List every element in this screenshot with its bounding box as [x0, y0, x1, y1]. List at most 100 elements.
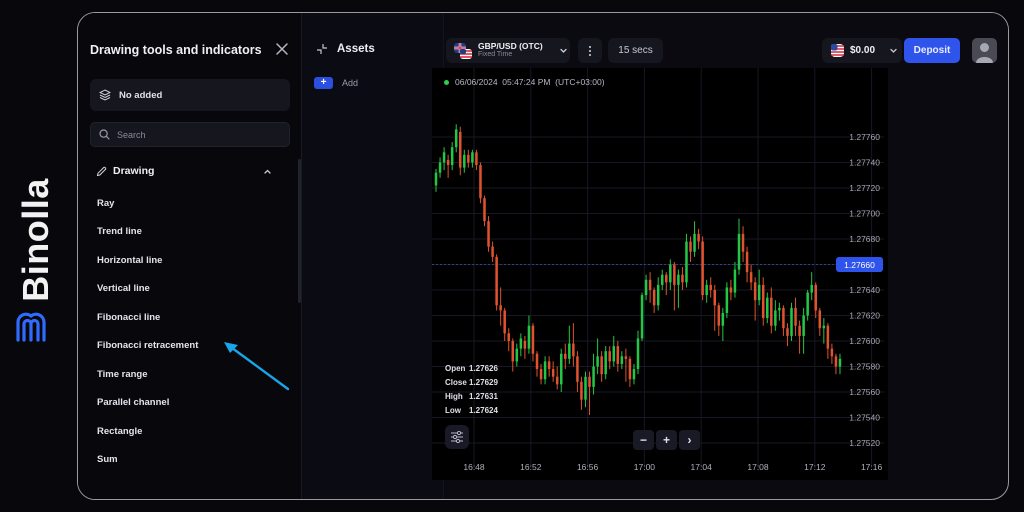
search-input[interactable] [117, 129, 277, 140]
candle-body [446, 159, 450, 166]
candle-body [612, 346, 616, 362]
add-asset-button[interactable]: + [314, 77, 333, 89]
candle-body [487, 221, 490, 247]
assets-header: Assets [316, 43, 375, 55]
candle-body [737, 233, 741, 270]
brand: Binolla [10, 160, 64, 350]
asset-pair-selector[interactable]: GBP/USD (OTC) Fixed Time [446, 38, 570, 63]
candle-body [818, 310, 822, 329]
y-tick-label: 1.27600 [849, 336, 880, 346]
candle-body [596, 356, 599, 367]
tool-fibonacci-line[interactable]: Fibonacci line [97, 303, 198, 332]
tool-horizontal-line[interactable]: Horizontal line [97, 246, 198, 275]
candle-body [733, 269, 737, 293]
added-tools-box: No added [90, 79, 290, 111]
candle-body [620, 356, 624, 364]
candle-body [834, 356, 838, 367]
candle-body [798, 325, 801, 336]
tool-list-scrollbar[interactable] [298, 159, 301, 303]
candle-body [806, 292, 809, 316]
ohlc-high: High 1.27631 [445, 392, 498, 401]
tool-time-range[interactable]: Time range [97, 360, 198, 389]
brand-name: Binolla [15, 178, 56, 302]
candlestick-chart[interactable]: 16:48 16:52 16:56 17:00 17:04 17:08 17:12 17:16… [432, 68, 888, 480]
candle-body [652, 290, 656, 306]
layers-icon [99, 89, 111, 101]
candle-body [838, 358, 842, 367]
y-tick-label: 1.27540 [849, 413, 880, 423]
tool-fibonacci-retracement[interactable]: Fibonacci retracement [97, 332, 198, 361]
candle-body [572, 343, 575, 357]
sliders-icon [451, 431, 463, 443]
candle-body [551, 369, 555, 377]
tool-vertical-line[interactable]: Vertical line [97, 275, 198, 304]
user-avatar[interactable] [972, 38, 997, 63]
x-tick-label: 16:48 [463, 462, 485, 472]
chevron-down-icon [560, 48, 567, 53]
tool-sum[interactable]: Sum [97, 446, 198, 475]
zoom-in-button[interactable]: + [656, 430, 677, 450]
candle-body [531, 325, 535, 354]
candle-body [822, 325, 826, 329]
section-drawing-toggle[interactable]: Drawing [96, 163, 272, 179]
candle-body [753, 282, 757, 301]
candle-body [616, 346, 620, 364]
candle-body [709, 284, 712, 290]
candle-body [656, 284, 660, 306]
ohlc-readout: Open 1.27626 Close 1.27629 High 1.27631 Low… [445, 364, 498, 420]
candle-body [741, 233, 745, 252]
candle-body [701, 241, 704, 296]
tool-ray[interactable]: Ray [97, 189, 198, 218]
price-chart[interactable]: 16:48 16:52 16:56 17:00 17:04 17:08 17:12 17:16… [432, 68, 888, 480]
panel-title: Drawing tools and indicators [90, 43, 262, 57]
drawing-tool-list: Ray Trend line Horizontal line Vertical … [97, 189, 198, 474]
candle-body [479, 165, 482, 199]
candle-body [830, 348, 834, 357]
candle-body [761, 284, 765, 319]
close-icon[interactable] [274, 41, 290, 57]
candle-body [519, 338, 523, 349]
assets-title: Assets [337, 43, 375, 55]
candle-body [826, 325, 830, 349]
add-asset-label: Add [342, 78, 359, 88]
chart-settings-button[interactable] [445, 425, 469, 449]
vertical-dots-icon [588, 45, 592, 56]
more-options-button[interactable] [578, 38, 602, 63]
collapse-icon[interactable] [316, 43, 328, 55]
candle-body [495, 256, 498, 306]
candle-body [535, 353, 539, 370]
candle-body [604, 351, 607, 375]
add-asset-row[interactable]: + Add [314, 77, 358, 89]
tool-rectangle[interactable]: Rectangle [97, 417, 198, 446]
candle-body [774, 310, 777, 326]
candle-body [644, 279, 648, 296]
scroll-right-button[interactable]: › [679, 430, 700, 450]
candle-body [677, 274, 680, 285]
candle-body [660, 274, 664, 285]
candle-body [689, 241, 692, 252]
timestamp-text: 06/06/2024 05:47:24 PM (UTC+03:00) [455, 77, 605, 87]
zoom-out-button[interactable]: − [633, 430, 654, 450]
candle-body [499, 305, 502, 311]
candle-body [766, 297, 769, 319]
x-tick-label: 17:16 [861, 462, 883, 472]
assets-panel: Assets + Add [302, 13, 444, 499]
pair-info: GBP/USD (OTC) Fixed Time [478, 42, 543, 58]
search-field[interactable] [90, 122, 290, 147]
candle-body [555, 376, 559, 385]
candle-body [564, 353, 567, 359]
deposit-button[interactable]: Deposit [904, 38, 960, 63]
balance-selector[interactable]: $0.00 [822, 38, 902, 63]
x-tick-label: 17:04 [691, 462, 713, 472]
candle-body [725, 287, 729, 313]
chevron-down-icon [890, 48, 897, 53]
tool-parallel-channel[interactable]: Parallel channel [97, 389, 198, 418]
x-tick-label: 17:08 [747, 462, 769, 472]
balance-amount: $0.00 [850, 45, 876, 56]
tool-trend-line[interactable]: Trend line [97, 218, 198, 247]
timeframe-selector[interactable]: 15 secs [608, 38, 663, 63]
y-tick-label: 1.27740 [849, 158, 880, 168]
candle-body [608, 351, 611, 362]
candle-body [717, 305, 721, 326]
candle-body [794, 307, 797, 326]
